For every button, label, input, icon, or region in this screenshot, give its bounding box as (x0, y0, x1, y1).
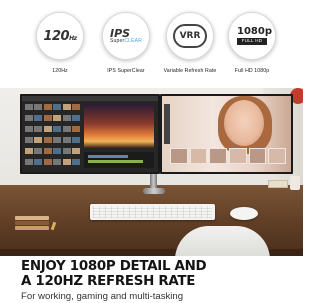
stacked-books (15, 216, 49, 230)
vase-decoration (290, 176, 300, 190)
feature-vrr: VRR Variable Refresh Rate (158, 12, 222, 74)
headline-subtitle: For working, gaming and multi-tasking (21, 291, 184, 302)
refresh-rate-120hz-icon: 120Hz (36, 12, 84, 60)
thumbnail-grid (25, 104, 80, 168)
feature-120hz: 120Hz 120Hz (28, 12, 92, 74)
headline-line-2: A 120HZ REFRESH RATE (21, 274, 196, 289)
badge-vrr: VRR (173, 24, 207, 48)
headline-line-1: ENJOY 1080P DETAIL AND (21, 259, 207, 274)
feature-full-hd: 1080p FULL HD Full HD 1080p (220, 12, 284, 74)
full-hd-1080p-icon: 1080p FULL HD (228, 12, 276, 60)
badge-ips-super: Super (109, 38, 125, 44)
editor-timeline (84, 152, 154, 168)
product-photo (0, 88, 303, 256)
monitor-left (20, 94, 160, 174)
feature-ips-superclear: IPS SuperCLEAR IPS SuperClear (94, 12, 158, 74)
badge-120-value: 120 (43, 28, 70, 44)
monitor-arm-clamp (143, 188, 165, 194)
badge-120-unit: Hz (69, 34, 77, 42)
badge-ips-clear: CLEAR (124, 38, 143, 44)
headline-block: ENJOY 1080P DETAIL AND A 120HZ REFRESH R… (0, 256, 303, 303)
feature-caption: 120Hz (52, 68, 68, 74)
girl-portrait (224, 100, 264, 146)
feature-icons-row: 120Hz 120Hz IPS SuperCLEAR IPS SuperClea… (0, 0, 303, 88)
feature-caption: Full HD 1080p (234, 68, 270, 74)
ips-superclear-icon: IPS SuperCLEAR (102, 12, 150, 60)
sunset-preview-image (84, 104, 154, 148)
feature-caption: IPS SuperClear (107, 68, 145, 74)
badge-1080p: 1080p (237, 25, 272, 37)
keyboard (90, 204, 215, 220)
badge-full-hd: FULL HD (237, 37, 267, 46)
portrait-photo-screen (162, 96, 291, 172)
mouse (230, 207, 258, 220)
photo-editor-screen (22, 96, 158, 172)
monitor-right (160, 94, 293, 174)
feature-caption: Variable Refresh Rate (163, 68, 217, 74)
vrr-icon: VRR (166, 12, 214, 60)
photo-filmstrip (170, 148, 287, 164)
